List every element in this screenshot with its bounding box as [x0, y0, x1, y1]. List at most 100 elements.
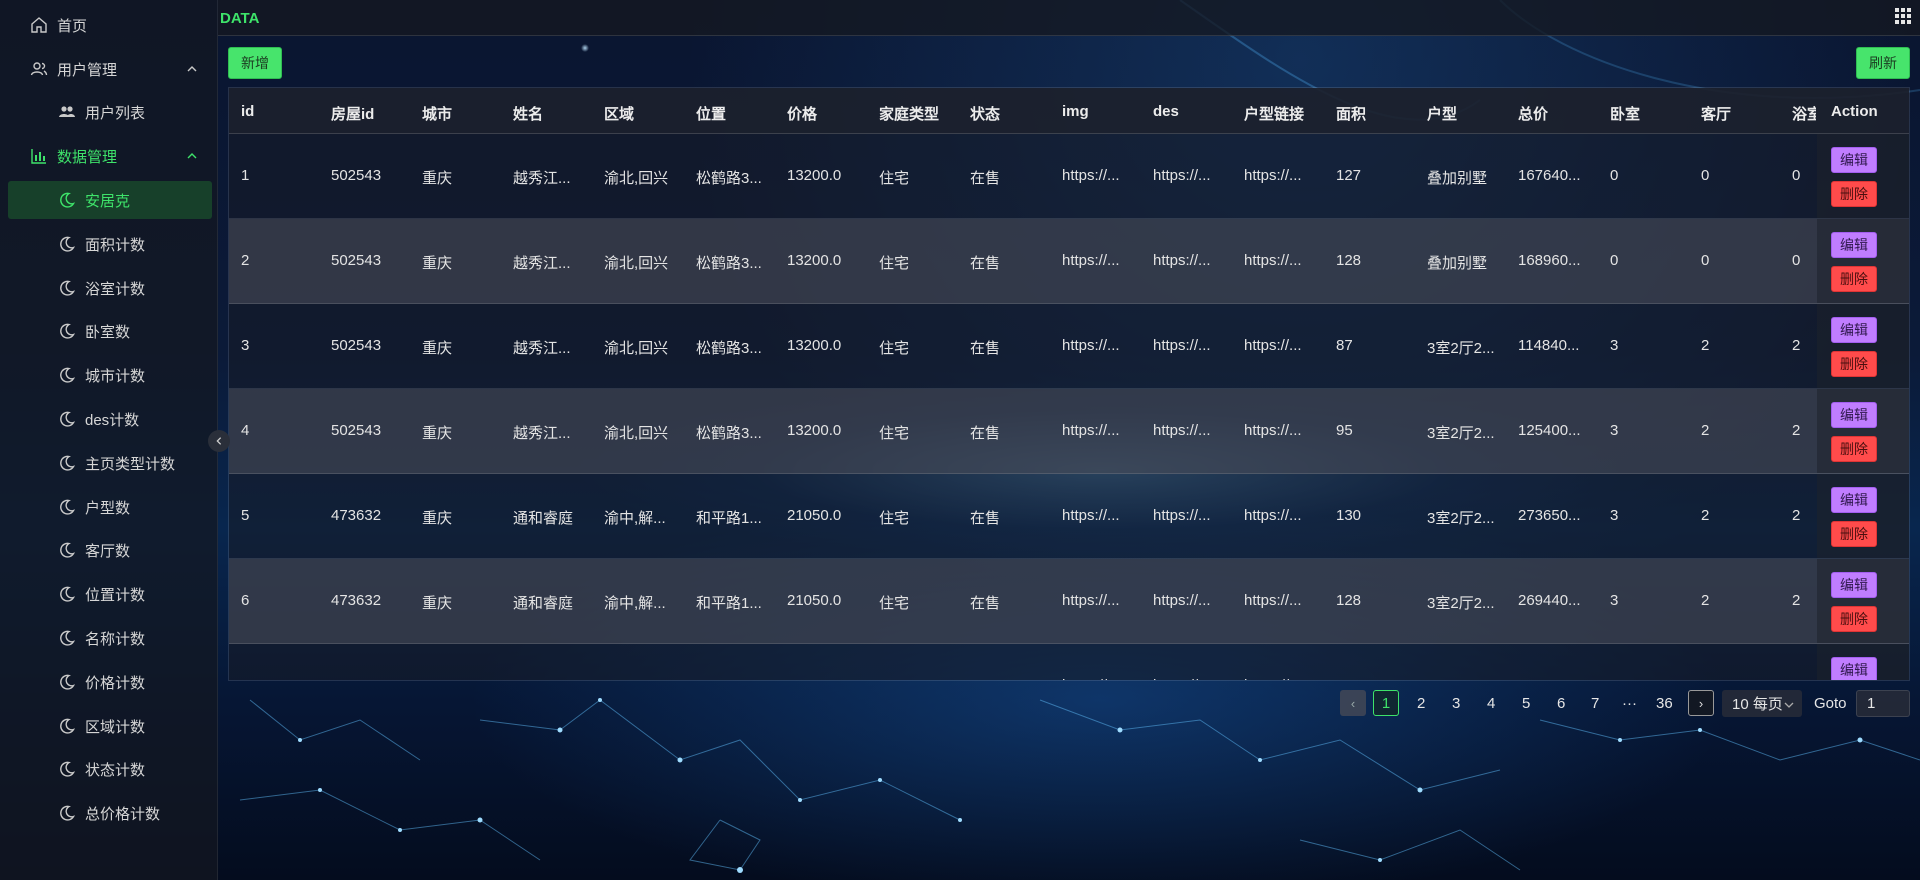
table-cell: 95 [1336, 422, 1353, 439]
table-row: 1 502543 重庆 越秀江... 渝北,回兴 松鹤路3... 13200.0 住宅 在售 ht… [229, 134, 1909, 219]
goto-label: Goto [1814, 695, 1847, 712]
delete-button[interactable]: 删除 [1831, 606, 1877, 632]
sidebar-item[interactable]: 位置计数 [8, 575, 212, 613]
sidebar-item[interactable]: 总价格计数 [8, 794, 212, 832]
table-cell: 0 [1792, 167, 1801, 184]
table-cell: 21050.0 [787, 507, 842, 524]
edit-button[interactable]: 编辑 [1831, 317, 1877, 343]
moon-icon [58, 498, 76, 516]
table-cell: 重庆 [422, 255, 453, 272]
edit-button[interactable]: 编辑 [1831, 232, 1877, 258]
refresh-button[interactable]: 刷新 [1856, 47, 1910, 79]
table-cell: 渝北,回兴 [604, 425, 669, 442]
table-cell: 住宅 [879, 170, 910, 187]
delete-button[interactable]: 删除 [1831, 521, 1877, 547]
sidebar-item[interactable]: 状态计数 [8, 750, 212, 788]
edit-button[interactable]: 编辑 [1831, 657, 1877, 680]
table-cell: 渝中,解... [604, 677, 666, 680]
sidebar-item-label: 总价格计数 [85, 805, 161, 823]
table-cell: 3 [1610, 507, 1619, 524]
table-cell: 502543 [331, 422, 382, 439]
table-cell: 13200.0 [787, 337, 842, 354]
sidebar-item[interactable]: 卧室数 [8, 312, 212, 350]
table-cell: 越秀江... [513, 340, 571, 357]
delete-button[interactable]: 删除 [1831, 266, 1877, 292]
delete-button[interactable]: 删除 [1831, 436, 1877, 462]
sidebar-item-home[interactable]: 首页 [8, 6, 212, 44]
goto-input[interactable] [1856, 690, 1910, 717]
page-size-select[interactable]: 10 每页 [1722, 690, 1802, 717]
edit-button[interactable]: 编辑 [1831, 402, 1877, 428]
page-number[interactable]: 3 [1452, 695, 1460, 712]
table-cell: 125400... [1518, 422, 1581, 439]
moon-icon [58, 279, 76, 297]
column-header: 位置 [696, 106, 727, 123]
sidebar-item[interactable]: 城市计数 [8, 356, 212, 394]
table-cell: 渝北,回兴 [604, 170, 669, 187]
table-cell: 住宅 [879, 425, 910, 442]
sidebar-item[interactable]: 户型数 [8, 488, 212, 526]
table-cell: https://... [1062, 422, 1120, 439]
apps-grid-icon[interactable] [1894, 7, 1912, 25]
sidebar-item[interactable]: des计数 [8, 400, 212, 438]
sidebar-item-user-management[interactable]: 用户管理 [8, 50, 212, 88]
delete-button[interactable]: 删除 [1831, 181, 1877, 207]
table-cell: 128 [1336, 592, 1362, 609]
table-cell: 在售 [970, 255, 1001, 272]
table-cell: 重庆 [422, 425, 453, 442]
table-cell: https://... [1062, 167, 1120, 184]
edit-button[interactable]: 编辑 [1831, 147, 1877, 173]
moon-icon [58, 673, 76, 691]
table-row: 4 502543 重庆 越秀江... 渝北,回兴 松鹤路3... 13200.0 住宅 在售 ht… [229, 389, 1909, 474]
moon-icon [58, 629, 76, 647]
table-cell: https://... [1062, 337, 1120, 354]
table-cell: https://... [1244, 677, 1302, 680]
sidebar-item[interactable]: 安居克 [8, 181, 212, 219]
column-header: Action [1831, 103, 1878, 120]
sidebar-item-user-list[interactable]: 用户列表 [8, 93, 212, 131]
sidebar-item[interactable]: 面积计数 [8, 225, 212, 263]
sidebar-item[interactable]: 名称计数 [8, 619, 212, 657]
add-button[interactable]: 新增 [228, 47, 282, 79]
next-page-button[interactable]: › [1688, 690, 1714, 716]
table-cell: 渝北,回兴 [604, 340, 669, 357]
page-number[interactable]: 1 [1373, 690, 1399, 716]
bar-chart-icon [30, 147, 48, 165]
table-cell: 114840... [1518, 337, 1580, 354]
table-cell: 叠加别墅 [1427, 170, 1488, 187]
page-number[interactable]: 36 [1656, 695, 1673, 712]
moon-icon [58, 541, 76, 559]
table-cell: 13200.0 [787, 167, 842, 184]
table-cell: 2 [1792, 337, 1801, 354]
table-cell: 在售 [970, 425, 1001, 442]
sidebar-collapse-button[interactable] [208, 430, 230, 452]
page-number[interactable]: 5 [1522, 695, 1530, 712]
edit-button[interactable]: 编辑 [1831, 572, 1877, 598]
sidebar-item[interactable]: 浴室计数 [8, 269, 212, 307]
sidebar-item-label: 数据管理 [57, 148, 118, 166]
column-header: img [1062, 103, 1089, 120]
top-bar: DATA [218, 0, 1920, 36]
table-cell: 3室2厅2... [1427, 595, 1495, 612]
sidebar-item[interactable]: 价格计数 [8, 663, 212, 701]
chevron-up-icon [186, 62, 198, 74]
page-number[interactable]: 4 [1487, 695, 1495, 712]
page-number[interactable]: 6 [1557, 695, 1565, 712]
table-cell: 在售 [970, 595, 1001, 612]
table-cell: 0 [1792, 252, 1801, 269]
table-cell: 502543 [331, 337, 382, 354]
sidebar-item[interactable]: 客厅数 [8, 531, 212, 569]
page-number[interactable]: 2 [1417, 695, 1425, 712]
table-cell: https://... [1062, 507, 1120, 524]
table-cell: 0 [1701, 252, 1710, 269]
table-cell: 松鹤路3... [696, 170, 762, 187]
sidebar-item[interactable]: 区域计数 [8, 707, 212, 745]
moon-icon [58, 760, 76, 778]
page-number[interactable]: 7 [1591, 695, 1599, 712]
delete-button[interactable]: 删除 [1831, 351, 1877, 377]
sidebar-item[interactable]: 主页类型计数 [8, 444, 212, 482]
prev-page-button[interactable]: ‹ [1340, 690, 1366, 716]
table-cell: 473632 [331, 592, 382, 609]
edit-button[interactable]: 编辑 [1831, 487, 1877, 513]
sidebar-item-data-management[interactable]: 数据管理 [8, 137, 212, 175]
